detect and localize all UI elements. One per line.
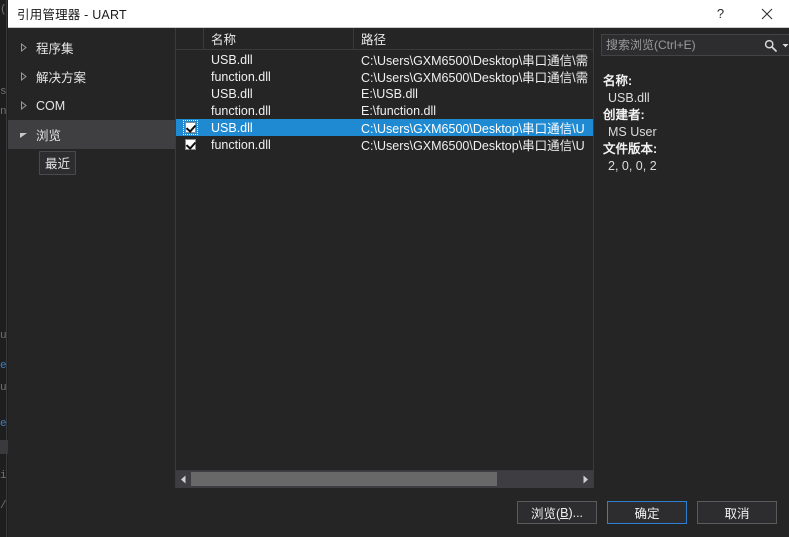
- question-mark-icon: ?: [716, 6, 725, 21]
- scrollbar-thumb[interactable]: [191, 472, 497, 486]
- property-value-file-version: 2, 0, 0, 2: [608, 159, 657, 173]
- table-row[interactable]: function.dll C:\Users\GXM6500\Desktop\串口…: [176, 68, 593, 86]
- title-bar: 引用管理器 - UART ?: [8, 0, 789, 28]
- sidebar-item-com[interactable]: COM: [8, 91, 175, 120]
- background-block: [0, 440, 8, 454]
- background-glyph: n: [0, 106, 7, 118]
- background-code-strip: ( s n u e u e i /: [0, 0, 8, 537]
- row-path: C:\Users\GXM6500\Desktop\串口通信\需: [361, 71, 589, 85]
- help-button[interactable]: ?: [698, 0, 743, 27]
- table-row[interactable]: function.dll E:\function.dll: [176, 102, 593, 119]
- ok-button[interactable]: 确定: [607, 501, 687, 524]
- list-rows: USB.dll C:\Users\GXM6500\Desktop\串口通信\需 …: [176, 50, 593, 470]
- row-path: C:\Users\GXM6500\Desktop\串口通信\U: [361, 139, 585, 153]
- table-row[interactable]: USB.dll E:\USB.dll: [176, 85, 593, 102]
- table-row[interactable]: USB.dll C:\Users\GXM6500\Desktop\串口通信\需: [176, 51, 593, 69]
- row-name: function.dll: [211, 103, 271, 118]
- scroll-right-button[interactable]: [578, 471, 593, 488]
- column-header-name[interactable]: 名称: [204, 27, 354, 50]
- background-glyph: s: [0, 86, 7, 98]
- row-checkbox-cell[interactable]: [176, 139, 204, 150]
- dialog-body: 程序集 解决方案 COM 浏览 最近 名称 路径 USB.dll C:\User…: [8, 27, 789, 488]
- row-path: E:\function.dll: [361, 103, 437, 118]
- background-glyph: e: [0, 360, 7, 372]
- row-checkbox-cell[interactable]: [176, 120, 204, 135]
- search-icon[interactable]: [761, 39, 779, 52]
- sidebar-subitem-recent[interactable]: 最近: [8, 149, 175, 176]
- chevron-right-icon: [19, 101, 33, 110]
- row-name: function.dll: [211, 69, 271, 84]
- property-value-name: USB.dll: [608, 91, 650, 105]
- reference-list-panel: 名称 路径 USB.dll C:\Users\GXM6500\Desktop\串…: [175, 27, 594, 488]
- sidebar-item-browse[interactable]: 浏览: [8, 120, 175, 149]
- sidebar-subitem-label: 最近: [39, 150, 77, 175]
- checkbox-icon[interactable]: [184, 139, 196, 150]
- row-name: function.dll: [211, 137, 271, 152]
- column-header-checkbox[interactable]: [176, 27, 204, 50]
- cancel-button[interactable]: 取消: [697, 501, 777, 524]
- details-panel: 名称: USB.dll 创建者: MS User 文件版本: 2, 0, 0, …: [594, 28, 789, 488]
- property-label-creator: 创建者:: [603, 108, 645, 122]
- background-glyph: u: [0, 330, 7, 342]
- search-input[interactable]: [606, 38, 761, 52]
- window-title: 引用管理器 - UART: [17, 8, 127, 22]
- background-glyph: i: [0, 470, 7, 482]
- browse-button-label-post: )...: [568, 505, 584, 520]
- row-name: USB.dll: [211, 120, 253, 135]
- dialog-footer: 浏览(B)... 确定 取消: [8, 488, 789, 537]
- scroll-left-button[interactable]: [176, 471, 191, 488]
- property-label-name: 名称:: [603, 74, 633, 88]
- chevron-right-icon: [583, 475, 588, 484]
- browse-button-accelerator: B: [560, 505, 569, 520]
- browse-button[interactable]: 浏览(B)...: [517, 501, 597, 524]
- browse-button-label-pre: 浏览(: [530, 507, 561, 521]
- chevron-right-icon: [19, 72, 33, 81]
- background-divider: [6, 0, 7, 537]
- sidebar-item-assemblies[interactable]: 程序集: [8, 33, 175, 62]
- sidebar: 程序集 解决方案 COM 浏览 最近: [8, 28, 175, 488]
- background-glyph: u: [0, 382, 7, 394]
- checkbox-icon[interactable]: [182, 120, 198, 135]
- sidebar-item-label: 解决方案: [36, 71, 87, 85]
- column-header-path[interactable]: 路径: [354, 28, 593, 50]
- property-label-file-version: 文件版本:: [603, 142, 658, 156]
- row-name: USB.dll: [211, 86, 253, 101]
- close-icon: [761, 8, 772, 19]
- close-button[interactable]: [744, 0, 789, 27]
- row-name: USB.dll: [211, 52, 253, 67]
- horizontal-scrollbar[interactable]: [176, 470, 593, 488]
- sidebar-item-label: 浏览: [36, 129, 62, 143]
- sidebar-item-label: 程序集: [36, 42, 74, 56]
- sidebar-item-solution[interactable]: 解决方案: [8, 62, 175, 91]
- background-glyph: /: [0, 500, 7, 512]
- chevron-right-icon: [19, 43, 33, 52]
- row-path: E:\USB.dll: [361, 86, 418, 101]
- background-glyph: e: [0, 418, 7, 430]
- background-glyph: (: [0, 4, 7, 16]
- scrollbar-track[interactable]: [191, 471, 578, 488]
- table-row[interactable]: function.dll C:\Users\GXM6500\Desktop\串口…: [176, 136, 593, 153]
- property-value-creator: MS User: [608, 125, 657, 139]
- chevron-down-icon: [19, 130, 33, 139]
- property-list: 名称: USB.dll 创建者: MS User 文件版本: 2, 0, 0, …: [601, 73, 789, 175]
- chevron-left-icon: [181, 475, 186, 484]
- list-header: 名称 路径: [176, 27, 593, 50]
- ok-button-label: 确定: [634, 507, 660, 521]
- chevron-down-icon[interactable]: [779, 43, 789, 48]
- search-box[interactable]: [601, 34, 789, 56]
- table-row[interactable]: USB.dll C:\Users\GXM6500\Desktop\串口通信\U: [176, 119, 593, 136]
- cancel-button-label: 取消: [724, 507, 750, 521]
- sidebar-item-label: COM: [36, 98, 66, 113]
- reference-manager-dialog: 引用管理器 - UART ? 程序集 解决方案 COM 浏览 最近 名称 路径 …: [8, 0, 789, 537]
